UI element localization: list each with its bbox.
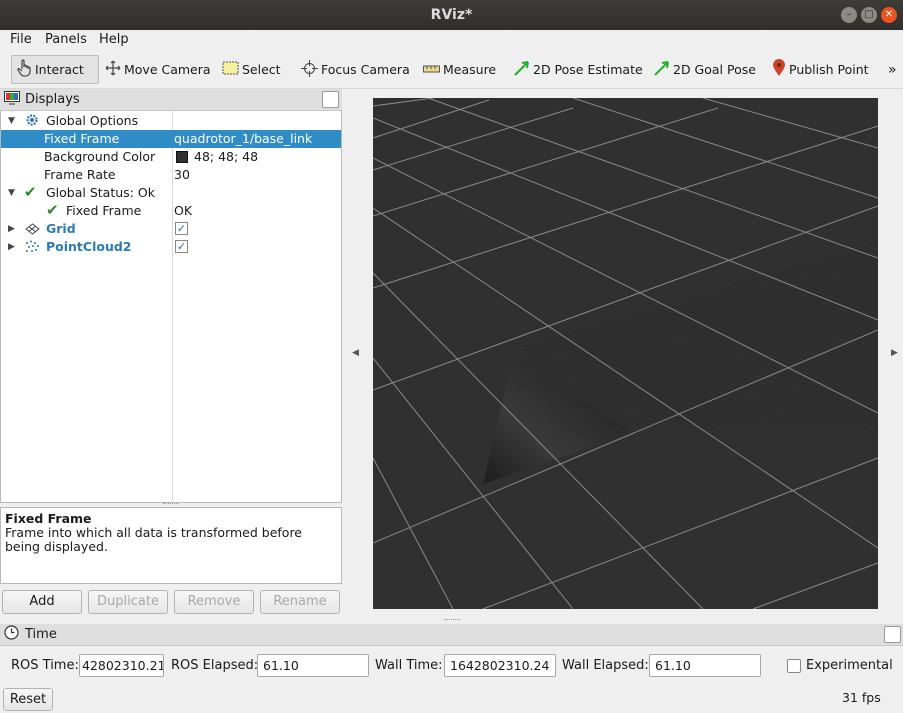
menu-panels[interactable]: Panels	[45, 32, 87, 47]
tree-row-status-fixed-frame[interactable]: ✔ Fixed Frame OK	[1, 201, 341, 220]
fps-readout: 31 fps	[842, 690, 881, 705]
window-title: RViz*	[430, 7, 473, 23]
collapse-left-arrow-icon[interactable]: ◀	[352, 348, 359, 358]
pointcloud-icon	[25, 240, 40, 259]
collapsed-arrow-icon[interactable]: ▶	[8, 220, 15, 238]
toolbar: Interact Move Camera Select Focus Camera…	[0, 50, 903, 89]
remove-button[interactable]: Remove	[174, 590, 254, 614]
displays-tree: ▼ Global Options Fixed Frame quadrotor_1…	[0, 111, 342, 503]
wall-time-label: Wall Time:	[375, 658, 443, 673]
tool-interact[interactable]: Interact	[11, 55, 99, 84]
tool-publish-point-label: Publish Point	[789, 62, 869, 77]
bottom-splitter-handle[interactable]	[444, 619, 460, 622]
expanded-arrow-icon[interactable]: ▼	[8, 112, 15, 130]
displays-panel-close-toggle[interactable]	[322, 91, 339, 108]
minimize-icon[interactable]: –	[841, 7, 857, 23]
description-title: Fixed Frame	[5, 511, 92, 526]
tree-row-global-options[interactable]: ▼ Global Options	[1, 112, 341, 130]
status-value: OK	[174, 203, 193, 218]
tool-measure-label: Measure	[443, 62, 497, 77]
add-button[interactable]: Add	[2, 590, 82, 614]
checkmark-icon: ✔	[24, 183, 37, 201]
tool-measure[interactable]: Measure	[419, 55, 500, 84]
duplicate-button[interactable]: Duplicate	[88, 590, 168, 614]
tree-label: Fixed Frame	[66, 203, 142, 218]
green-arrow-icon	[513, 60, 530, 80]
expanded-arrow-icon[interactable]: ▼	[8, 184, 15, 202]
displays-panel-header: Displays	[0, 89, 342, 111]
ros-time-label: ROS Time:	[11, 658, 79, 673]
wall-time-field[interactable]: 1642802310.24	[444, 654, 556, 677]
pointcloud2-enabled-checkbox[interactable]: ✓	[175, 240, 188, 253]
menu-help[interactable]: Help	[99, 32, 129, 47]
tool-focus-camera-label: Focus Camera	[321, 62, 410, 77]
checkmark-icon: ✔	[46, 201, 59, 219]
toolbar-overflow-button[interactable]: »	[884, 55, 901, 84]
background-color-value[interactable]: 48; 48; 48	[194, 148, 258, 166]
tree-label: Global Status: Ok	[46, 185, 155, 200]
tree-row-frame-rate[interactable]: Frame Rate 30	[1, 166, 341, 184]
tree-row-pointcloud2[interactable]: ▶ PointCloud2 ✓	[1, 238, 341, 256]
maximize-icon[interactable]: □	[861, 7, 877, 23]
frame-rate-value[interactable]: 30	[174, 166, 190, 184]
hand-pointer-icon	[16, 59, 32, 80]
displays-panel-title: Displays	[25, 92, 80, 107]
tree-label: Frame Rate	[44, 167, 116, 182]
tool-2d-pose-estimate[interactable]: 2D Pose Estimate	[509, 55, 647, 84]
menu-file[interactable]: File	[10, 32, 32, 47]
tree-label: PointCloud2	[46, 239, 132, 254]
fixed-frame-value[interactable]: quadrotor_1/base_link	[174, 130, 312, 148]
tool-interact-label: Interact	[35, 62, 84, 77]
time-panel-close-toggle[interactable]	[884, 626, 901, 643]
collapse-right-arrow-icon[interactable]: ▶	[891, 348, 898, 358]
tool-move-camera[interactable]: Move Camera	[101, 55, 215, 84]
color-swatch[interactable]	[176, 151, 188, 163]
clock-icon	[4, 625, 19, 644]
tool-select-label: Select	[242, 62, 281, 77]
experimental-label: Experimental	[806, 658, 893, 673]
tool-2d-goal-pose-label: 2D Goal Pose	[673, 62, 756, 77]
tool-move-camera-label: Move Camera	[124, 62, 211, 77]
grid-render	[373, 98, 878, 609]
ros-elapsed-label: ROS Elapsed:	[171, 658, 259, 673]
grid-enabled-checkbox[interactable]: ✓	[175, 222, 188, 235]
tree-label: Grid	[46, 221, 76, 236]
close-icon[interactable]: ✕	[881, 7, 897, 23]
crosshair-icon	[301, 59, 318, 80]
property-description: Fixed Frame Frame into which all data is…	[0, 507, 342, 584]
render-viewport[interactable]	[373, 98, 878, 609]
tool-2d-pose-estimate-label: 2D Pose Estimate	[533, 62, 643, 77]
tool-publish-point[interactable]: Publish Point	[768, 55, 873, 84]
reset-button[interactable]: Reset	[3, 688, 53, 711]
tree-row-global-status[interactable]: ▼ ✔ Global Status: Ok	[1, 183, 341, 202]
tool-focus-camera[interactable]: Focus Camera	[297, 55, 414, 84]
collapsed-arrow-icon[interactable]: ▶	[8, 238, 15, 256]
move-arrows-icon	[105, 60, 121, 79]
monitor-icon	[4, 90, 20, 109]
green-arrow-icon	[653, 60, 670, 80]
tree-row-background-color[interactable]: Background Color 48; 48; 48	[1, 148, 341, 166]
rename-button[interactable]: Rename	[260, 590, 340, 614]
experimental-checkbox[interactable]	[787, 659, 801, 673]
select-rect-icon	[222, 61, 239, 78]
tool-select[interactable]: Select	[218, 55, 285, 84]
ros-time-field[interactable]: 42802310.21	[79, 654, 164, 677]
wall-elapsed-label: Wall Elapsed:	[562, 658, 649, 673]
map-pin-icon	[772, 59, 786, 80]
time-panel-header: Time	[0, 624, 903, 646]
tree-row-grid[interactable]: ▶ Grid ✓	[1, 220, 341, 238]
window-titlebar: RViz*	[0, 0, 903, 30]
time-panel-title: Time	[25, 627, 57, 642]
menu-bar: File Panels Help	[0, 30, 903, 50]
tree-row-fixed-frame[interactable]: Fixed Frame quadrotor_1/base_link	[1, 130, 341, 148]
tree-label: Global Options	[46, 113, 139, 128]
description-text: Frame into which all data is transformed…	[5, 525, 302, 554]
ruler-icon	[423, 62, 440, 77]
ros-elapsed-field[interactable]: 61.10	[257, 654, 369, 677]
splitter-handle[interactable]	[163, 503, 179, 506]
tree-label: Fixed Frame	[44, 131, 120, 146]
tool-2d-goal-pose[interactable]: 2D Goal Pose	[649, 55, 760, 84]
wall-elapsed-field[interactable]: 61.10	[649, 654, 761, 677]
tree-label: Background Color	[44, 149, 156, 164]
